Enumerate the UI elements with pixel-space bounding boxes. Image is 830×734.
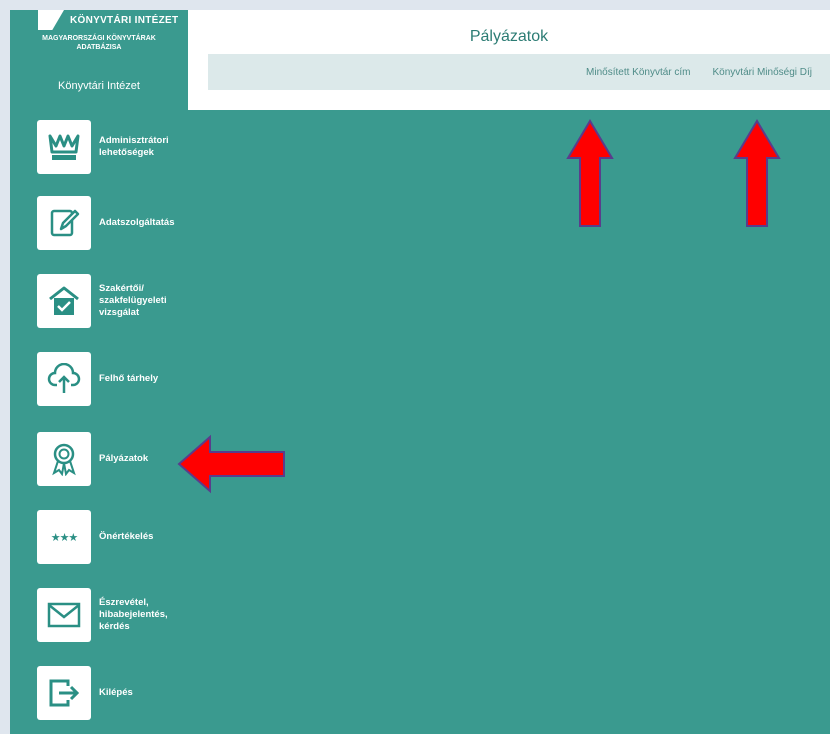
annotation-arrow-up-1 bbox=[566, 119, 614, 227]
logout-icon bbox=[37, 666, 91, 720]
sidebar-item-label: Adminisztrátori lehetőségek bbox=[99, 135, 169, 158]
logo-text: KÖNYVTÁRI INTÉZET bbox=[70, 14, 179, 26]
tab-konyvtari-minosegi-dij[interactable]: Könyvtári Minőségi Díj bbox=[713, 67, 812, 78]
sidebar-item-applications[interactable]: Pályázatok bbox=[37, 432, 189, 486]
sidebar-item-logout[interactable]: Kilépés bbox=[37, 666, 189, 720]
sidebar-item-data-service[interactable]: Adatszolgáltatás bbox=[37, 196, 189, 250]
sidebar-item-label: Adatszolgáltatás bbox=[99, 217, 175, 228]
page-title: Pályázatok bbox=[469, 28, 549, 45]
sidebar-item-label: Önértékelés bbox=[99, 531, 154, 542]
brand-header: KÖNYVTÁRI INTÉZET MAGYARORSZÁGI KÖNYVTÁR… bbox=[10, 10, 188, 110]
sidebar-item-self-assessment[interactable]: ★★★ Önértékelés bbox=[37, 510, 189, 564]
sidebar-item-label: Felhő tárhely bbox=[99, 373, 159, 384]
brand-subtitle: MAGYARORSZÁGI KÖNYVTÁRAK ADATBÁZISA bbox=[10, 34, 188, 52]
brand-subtitle-line2: ADATBÁZISA bbox=[76, 44, 122, 51]
sidebar-item-label: Észrevétel, hibabejelentés, kérdés bbox=[99, 597, 168, 632]
app-frame: KÖNYVTÁRI INTÉZET MAGYARORSZÁGI KÖNYVTÁR… bbox=[10, 10, 830, 734]
sidebar-item-label: Kilépés bbox=[99, 687, 133, 698]
annotation-arrow-up-2 bbox=[733, 119, 781, 227]
sub-navigation: Minősített Könyvtár cím Könyvtári Minősé… bbox=[208, 54, 830, 90]
sidebar-item-expert-review[interactable]: Szakértői/ szakfelügyeleti vizsgálat bbox=[37, 274, 189, 328]
house-check-icon bbox=[37, 274, 91, 328]
brand-subtitle-line1: MAGYARORSZÁGI KÖNYVTÁRAK bbox=[42, 35, 156, 42]
logo-mark-icon bbox=[38, 10, 64, 30]
logo[interactable]: KÖNYVTÁRI INTÉZET bbox=[38, 10, 178, 30]
sidebar-item-admin[interactable]: Adminisztrátori lehetőségek bbox=[37, 120, 189, 174]
stars-glyph: ★★★ bbox=[50, 531, 79, 544]
edit-document-icon bbox=[37, 196, 91, 250]
cloud-upload-icon bbox=[37, 352, 91, 406]
top-panel: Pályázatok Minősített Könyvtár cím Könyv… bbox=[188, 10, 830, 110]
sidebar-item-cloud-storage[interactable]: Felhő tárhely bbox=[37, 352, 189, 406]
institute-name: Könyvtári Intézet bbox=[58, 80, 140, 92]
tab-minositett-konyvtar-cim[interactable]: Minősített Könyvtár cím bbox=[586, 67, 690, 78]
sidebar-item-label: Szakértői/ szakfelügyeleti vizsgálat bbox=[99, 283, 167, 318]
sidebar-item-feedback[interactable]: Észrevétel, hibabejelentés, kérdés bbox=[37, 588, 189, 642]
award-ribbon-icon bbox=[37, 432, 91, 486]
crown-icon bbox=[37, 120, 91, 174]
stars-icon: ★★★ bbox=[37, 510, 91, 564]
envelope-icon bbox=[37, 588, 91, 642]
annotation-arrow-left bbox=[177, 434, 285, 494]
